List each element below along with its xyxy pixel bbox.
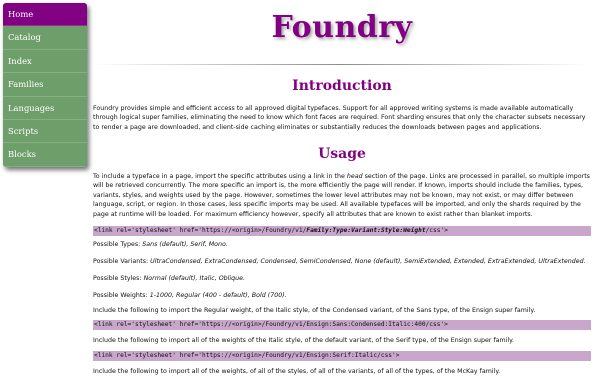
- example-1-text: Include the following to import the Regu…: [93, 307, 536, 314]
- variants-values: UltraCondensed, ExtraCondensed, Condense…: [150, 258, 586, 265]
- code-example-2[interactable]: <link rel='stylesheet' href='https://<or…: [93, 351, 591, 361]
- site-title: Foundry: [271, 10, 413, 45]
- intro-heading: Introduction: [292, 78, 392, 94]
- code-general-import[interactable]: <link rel='stylesheet' href='https://<or…: [93, 226, 591, 236]
- nav-item-blocks[interactable]: Blocks: [3, 143, 87, 167]
- nav-item-index[interactable]: Index: [3, 50, 87, 74]
- styles-line: Possible Styles: Normal (default), Itali…: [93, 274, 591, 283]
- header-divider: [93, 64, 591, 65]
- nav-item-languages[interactable]: Languages: [3, 97, 87, 120]
- types-line: Possible Types: Sans (default), Serif, M…: [93, 240, 591, 249]
- usage-paragraph: To include a typeface in a page, import …: [93, 172, 591, 219]
- code1-prefix: <link rel='stylesheet' href='https://<or…: [94, 227, 307, 234]
- sidebar-nav: Home Catalog Index Families Languages Sc…: [3, 3, 87, 167]
- nav-item-catalog[interactable]: Catalog: [3, 26, 87, 50]
- usage-heading: Usage: [318, 146, 366, 162]
- code1-attrs: Family:Type:Variant:Style:Weight: [306, 227, 426, 234]
- usage-text-head: head: [346, 173, 363, 180]
- code-example-1[interactable]: <link rel='stylesheet' href='https://<or…: [93, 320, 591, 330]
- types-values: Sans (default), Serif, Mono.: [142, 241, 228, 248]
- nav-item-scripts[interactable]: Scripts: [3, 120, 87, 144]
- variants-line: Possible Variants: UltraCondensed, Extra…: [93, 257, 591, 266]
- weights-label: Possible Weights:: [93, 292, 150, 299]
- example-2-text: Include the following to import all of t…: [93, 337, 514, 344]
- styles-values: Normal (default), Italic, Oblique.: [143, 275, 246, 282]
- nav-item-families[interactable]: Families: [3, 73, 87, 97]
- intro-paragraph: Foundry provides simple and efficient ac…: [93, 105, 586, 131]
- code1-suffix: /css'>: [425, 227, 448, 234]
- weights-values: 1-1000, Regular (400 - default), Bold (7…: [149, 292, 287, 299]
- styles-label: Possible Styles:: [93, 275, 144, 282]
- usage-text-a: To include a typeface in a page, import …: [93, 173, 347, 180]
- variants-label: Possible Variants:: [93, 258, 151, 265]
- nav-item-home[interactable]: Home: [3, 3, 87, 27]
- types-label: Possible Types:: [93, 241, 143, 248]
- weights-line: Possible Weights: 1-1000, Regular (400 -…: [93, 291, 591, 300]
